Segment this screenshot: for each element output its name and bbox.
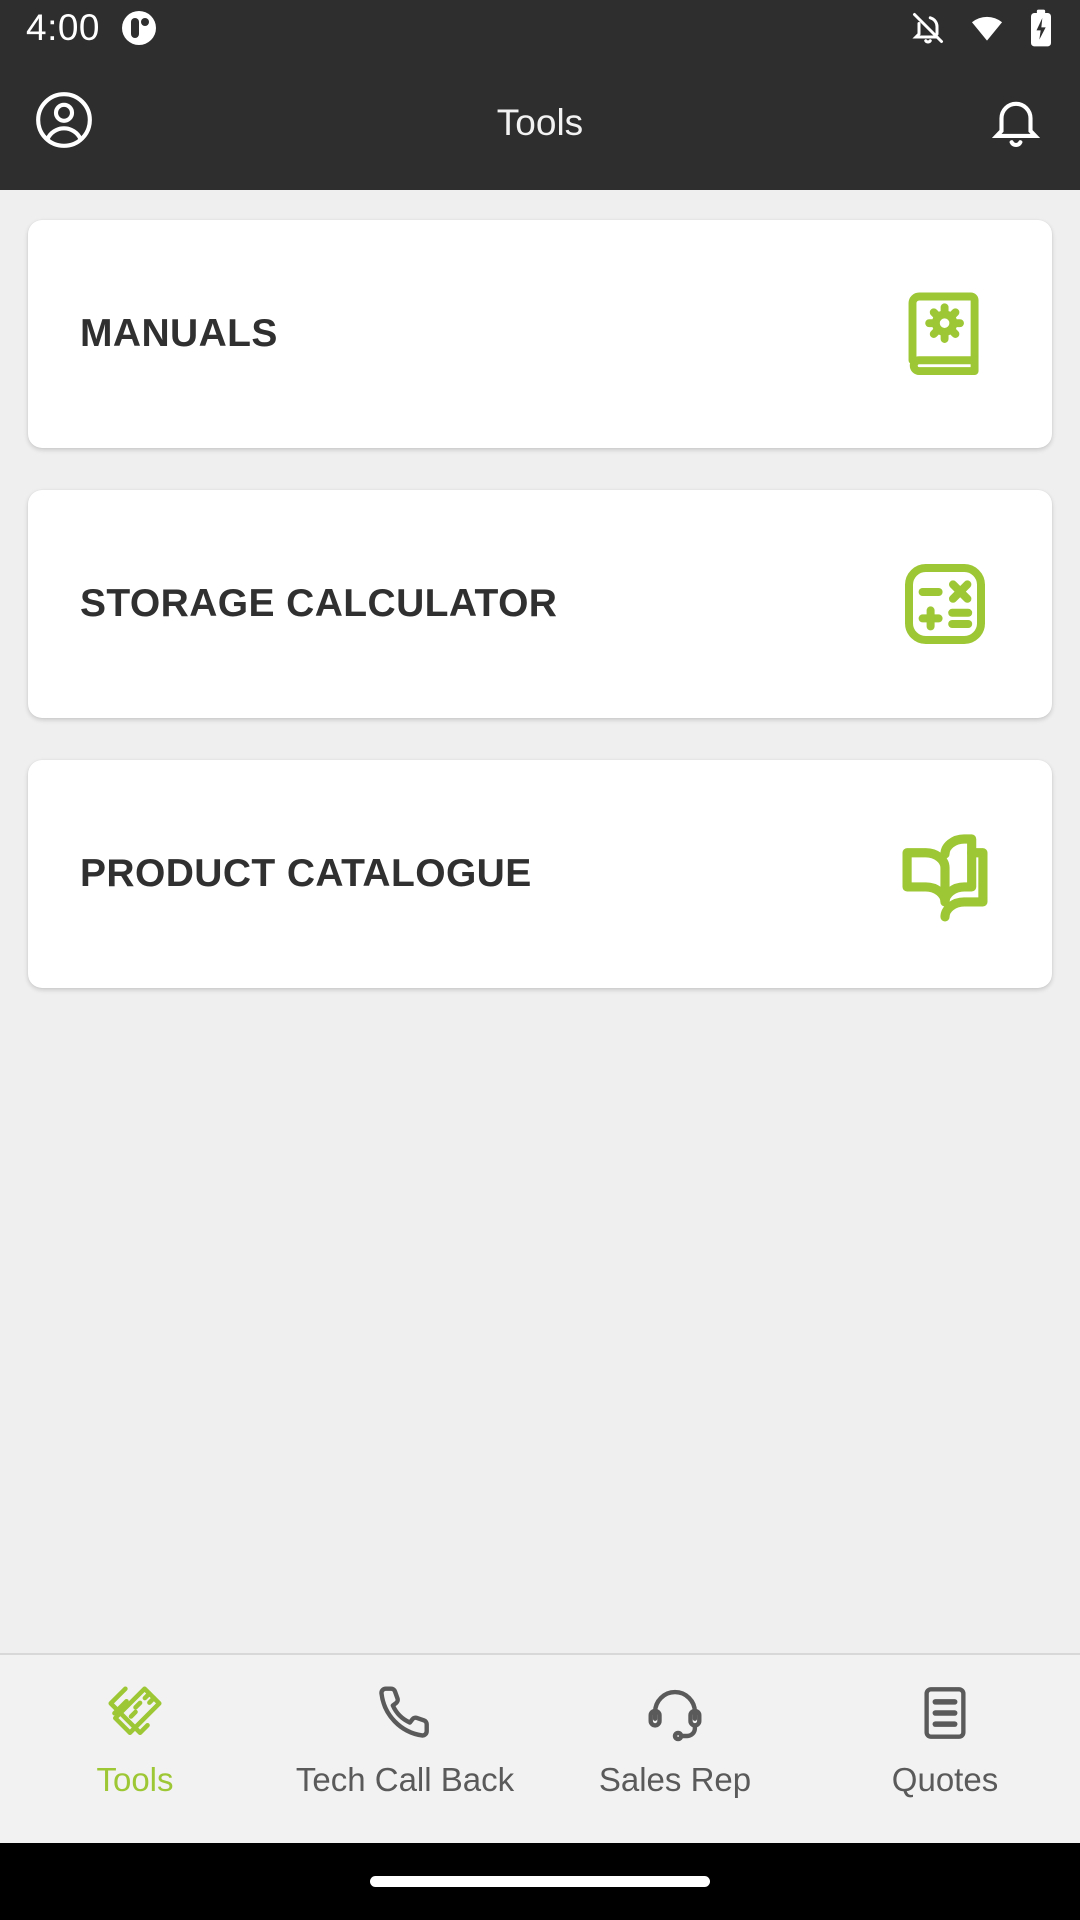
status-bar: 4:00	[0, 0, 1080, 55]
notifications-off-icon	[910, 10, 946, 46]
headset-icon	[639, 1677, 711, 1749]
account-circle-icon	[33, 89, 95, 156]
nav-item-tech-call-back[interactable]: Tech Call Back	[270, 1677, 540, 1796]
account-button[interactable]	[26, 85, 102, 161]
bell-icon	[987, 91, 1045, 154]
tool-card-label: STORAGE CALCULATOR	[80, 582, 558, 625]
pencil-ruler-icon	[99, 1677, 171, 1749]
status-bar-left: 4:00	[26, 7, 157, 48]
tool-card-product-catalogue[interactable]: PRODUCT CATALOGUE	[28, 760, 1052, 988]
tool-card-manuals[interactable]: MANUALS	[28, 220, 1052, 448]
bottom-navigation: Tools Tech Call Back Sales Rep Quotes	[0, 1653, 1080, 1843]
nav-label: Tech Call Back	[295, 1761, 515, 1798]
document-lines-icon	[909, 1677, 981, 1749]
tool-card-storage-calculator[interactable]: STORAGE CALCULATOR	[28, 490, 1052, 718]
status-bar-clock: 4:00	[26, 7, 101, 48]
open-book-icon	[890, 819, 1000, 929]
notifications-button[interactable]	[978, 85, 1054, 161]
wifi-icon	[968, 9, 1006, 47]
nav-item-sales-rep[interactable]: Sales Rep	[540, 1677, 810, 1796]
phone-screen: 4:00 Tools MANUALS STORAGE CALCULATOR PR…	[0, 0, 1080, 1920]
tool-card-label: PRODUCT CATALOGUE	[80, 852, 532, 895]
app-badge-icon	[122, 10, 157, 45]
calculator-icon	[890, 549, 1000, 659]
nav-label: Quotes	[891, 1761, 999, 1798]
status-bar-right	[910, 8, 1054, 48]
battery-charging-icon	[1028, 8, 1054, 48]
book-gear-icon	[890, 279, 1000, 389]
page-title: Tools	[496, 101, 584, 143]
phone-icon	[369, 1677, 441, 1749]
tool-card-label: MANUALS	[80, 312, 278, 355]
nav-item-tools[interactable]: Tools	[0, 1677, 270, 1796]
app-header: Tools	[0, 55, 1080, 190]
home-gesture-pill[interactable]	[370, 1876, 710, 1887]
system-gesture-area	[0, 1843, 1080, 1920]
nav-label: Sales Rep	[598, 1761, 752, 1798]
nav-item-quotes[interactable]: Quotes	[810, 1677, 1080, 1796]
tools-list: MANUALS STORAGE CALCULATOR PRODUCT CATAL…	[0, 190, 1080, 1653]
nav-label: Tools	[96, 1761, 174, 1798]
